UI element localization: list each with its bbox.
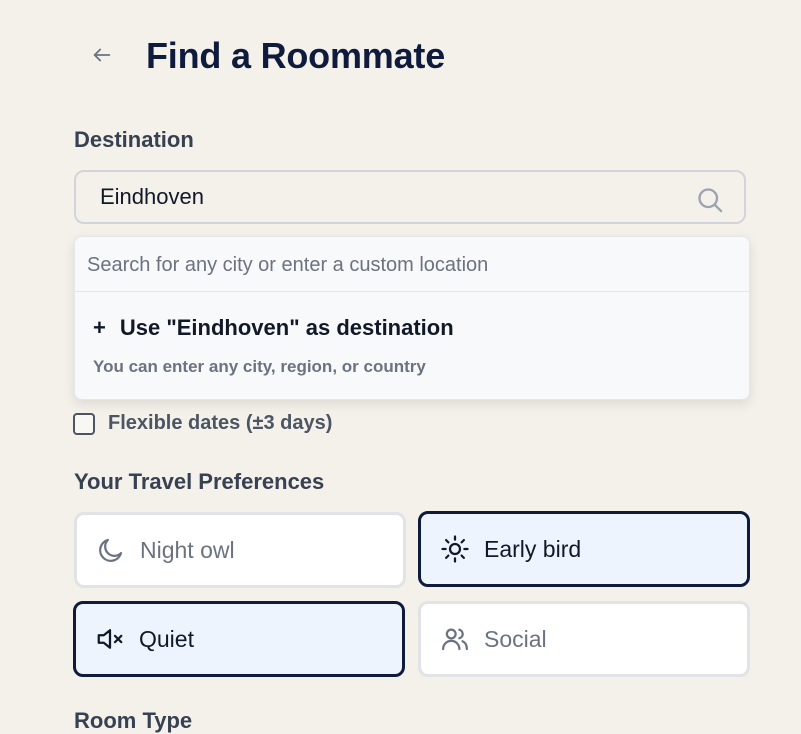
preferences-label: Your Travel Preferences <box>74 469 325 494</box>
pref-social[interactable]: Social <box>418 601 750 677</box>
pref-label: Night owl <box>140 536 235 563</box>
arrow-left-icon <box>93 48 111 62</box>
pref-label: Early bird <box>484 535 582 562</box>
flexible-dates-checkbox[interactable] <box>73 412 95 435</box>
custom-option-hint: You can enter any city, region, or count… <box>93 357 426 376</box>
users-icon <box>439 623 471 655</box>
pref-label: Social <box>484 625 547 652</box>
destination-label: Destination <box>74 127 194 152</box>
pref-early-bird[interactable]: Early bird <box>418 511 750 587</box>
dropdown-search-input[interactable] <box>87 247 727 283</box>
dropdown-search <box>75 237 749 292</box>
plus-icon: + <box>93 315 106 340</box>
use-custom-destination-option[interactable]: + Use "Eindhoven" as destination You can … <box>75 293 749 399</box>
page-title: Find a Roommate <box>146 35 446 76</box>
pref-night-owl[interactable]: Night owl <box>74 512 406 588</box>
volume-mute-icon <box>94 623 126 655</box>
moon-icon <box>95 534 127 566</box>
custom-option-label: Use "Eindhoven" as destination <box>119 315 454 340</box>
destination-input[interactable] <box>100 172 660 222</box>
destination-field[interactable] <box>74 170 746 224</box>
search-icon[interactable] <box>696 186 724 214</box>
sun-icon <box>439 533 471 565</box>
pref-label: Quiet <box>139 625 194 652</box>
pref-quiet[interactable]: Quiet <box>73 601 405 677</box>
room-type-label: Room Type <box>74 708 193 733</box>
flexible-dates-option[interactable]: Flexible dates (±3 days) <box>73 412 332 435</box>
custom-option-title: + Use "Eindhoven" as destination <box>93 315 454 341</box>
flexible-dates-label: Flexible dates (±3 days) <box>108 412 333 434</box>
back-button[interactable] <box>84 37 120 73</box>
destination-dropdown: + Use "Eindhoven" as destination You can … <box>74 236 750 400</box>
